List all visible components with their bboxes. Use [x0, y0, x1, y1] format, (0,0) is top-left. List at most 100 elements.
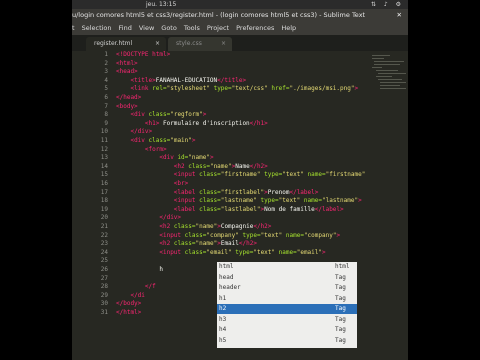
- code-line: <link rel="stylesheet" type="text/css" h…: [130, 85, 359, 93]
- autocomplete-item[interactable]: header Tag: [217, 283, 357, 293]
- line-number: 12: [100, 145, 108, 153]
- line-number: 18: [100, 197, 108, 205]
- autocomplete-item[interactable]: html html: [217, 262, 357, 272]
- autocomplete-item-kind: Tag: [335, 305, 346, 312]
- code-line: </di: [130, 291, 145, 299]
- autocomplete-item-name: h4: [219, 326, 227, 333]
- line-number: 1: [104, 51, 108, 58]
- menu-item[interactable]: Preferences: [236, 24, 274, 32]
- line-number: 10: [100, 128, 108, 136]
- menu-item[interactable]: Selection: [82, 24, 112, 32]
- autocomplete-item-name: h2: [219, 305, 227, 312]
- line-number: 13: [100, 154, 108, 162]
- autocomplete-popup[interactable]: html html head Tag header Tag h1 Tag h2 Tag h3 Tag h…: [217, 262, 357, 348]
- close-icon[interactable]: ✕: [397, 9, 402, 22]
- code-line: <h1> Formulaire d'inscription</h1>: [144, 119, 268, 127]
- line-number: 11: [100, 137, 108, 144]
- autocomplete-item[interactable]: h4 Tag: [217, 325, 357, 335]
- minimap[interactable]: [370, 51, 408, 171]
- autocomplete-item-name: head: [219, 273, 234, 281]
- code-line: </div>: [130, 128, 153, 136]
- line-number: 2: [104, 59, 108, 67]
- code-line: </body>: [116, 300, 142, 308]
- autocomplete-item-name: h1: [219, 294, 227, 302]
- line-number: 26: [100, 266, 108, 273]
- line-number: 31: [100, 309, 108, 316]
- line-number: 3: [104, 68, 108, 76]
- menu-bar: t Selection Find View Goto Tools Project Prefer…: [72, 22, 408, 35]
- code-line: <input class="email" type="text" name="e…: [159, 248, 326, 256]
- code-line: <h2 class="name">Email</h2>: [159, 240, 257, 248]
- line-number: 28: [100, 283, 108, 291]
- autocomplete-item[interactable]: head Tag: [217, 273, 357, 283]
- code-line: <html>: [116, 59, 138, 67]
- code-line: <input class="company" type="text" name=…: [159, 231, 341, 239]
- code-line: <div id="name">: [159, 154, 214, 162]
- tab-style-css[interactable]: style.css ×: [168, 37, 232, 51]
- close-tab-icon[interactable]: ×: [155, 37, 160, 51]
- menu-item[interactable]: Tools: [184, 24, 200, 32]
- tab-label: style.css: [176, 40, 202, 47]
- autocomplete-item-name: h5: [219, 336, 227, 344]
- menu-item[interactable]: t: [72, 24, 75, 32]
- autocomplete-item[interactable]: h2 Tag: [217, 304, 357, 314]
- autocomplete-item-kind: Tag: [335, 284, 346, 291]
- code-line: <input class="lastname" type="text" name…: [173, 197, 362, 205]
- autocomplete-item-kind: Tag: [335, 273, 346, 281]
- code-line: <!DOCTYPE html>: [116, 51, 171, 58]
- menu-item[interactable]: Find: [119, 24, 132, 32]
- line-number: 27: [100, 274, 108, 282]
- code-line: <div class="main">: [130, 137, 196, 144]
- autocomplete-item-name: header: [219, 284, 241, 291]
- menu-item[interactable]: View: [139, 24, 154, 32]
- line-number: 8: [104, 111, 108, 119]
- code-line: <h2 class="name">Name</h2>: [173, 162, 268, 170]
- line-number: 14: [100, 162, 108, 170]
- code-line: <label class="firstlabel">Prenom</label>: [173, 188, 319, 196]
- code-line: <div class="regform">: [130, 111, 207, 119]
- system-tray-icons[interactable]: ⇅ ♪ ⚙: [371, 0, 404, 9]
- title-bar: u/login comores html5 et css3/register.h…: [72, 9, 408, 22]
- line-number: 24: [100, 248, 108, 256]
- tab-register-html[interactable]: register.html ×: [86, 37, 166, 51]
- line-number: 21: [100, 223, 108, 230]
- line-number: 19: [100, 205, 108, 213]
- line-number: 22: [100, 231, 108, 239]
- autocomplete-item-kind: Tag: [335, 326, 346, 333]
- line-number: 7: [104, 102, 108, 110]
- code-line-current[interactable]: h: [116, 266, 163, 275]
- line-number: 17: [100, 188, 108, 196]
- autocomplete-item[interactable]: h3 Tag: [217, 315, 357, 325]
- line-number-gutter: 1 2 3 4 5 6 7 8 9 10 11 12 13 14 15 16 17 18 19 20 21 22 23 24 2…: [72, 51, 112, 360]
- autocomplete-item-name: html: [219, 263, 234, 270]
- line-number: 20: [100, 214, 108, 222]
- line-number: 29: [100, 291, 108, 299]
- autocomplete-item-kind: Tag: [335, 294, 346, 302]
- code-line: <form>: [144, 145, 167, 153]
- menu-item[interactable]: Help: [281, 24, 296, 32]
- code-line: <h2 class="name">Compagnie</h2>: [159, 223, 272, 230]
- window-title: u/login comores html5 et css3/register.h…: [72, 11, 366, 19]
- autocomplete-item[interactable]: h5 Tag: [217, 336, 357, 346]
- line-number: 15: [100, 171, 108, 179]
- code-line: </div>: [159, 214, 182, 222]
- menu-item[interactable]: Project: [207, 24, 229, 32]
- line-number: 6: [104, 94, 108, 101]
- system-top-bar: jeu. 13:15 ⇅ ♪ ⚙: [72, 0, 408, 9]
- menu-item[interactable]: Goto: [161, 24, 177, 32]
- line-number: 25: [100, 257, 108, 265]
- autocomplete-item-kind: Tag: [335, 315, 346, 323]
- autocomplete-item[interactable]: h1 Tag: [217, 294, 357, 304]
- line-number: 5: [104, 85, 108, 93]
- editor-window: jeu. 13:15 ⇅ ♪ ⚙ u/login comores html5 e…: [72, 0, 408, 360]
- line-number: 9: [104, 119, 108, 127]
- autocomplete-item-kind: html: [335, 263, 350, 270]
- tab-label: register.html: [94, 40, 133, 47]
- code-line: <body>: [116, 102, 138, 110]
- close-tab-icon[interactable]: ×: [221, 37, 226, 51]
- code-line: <br>: [173, 180, 189, 187]
- tab-bar: register.html × style.css ×: [72, 35, 408, 51]
- code-line: </head>: [116, 94, 142, 101]
- code-line: <head>: [116, 68, 138, 76]
- line-number: 4: [104, 76, 108, 84]
